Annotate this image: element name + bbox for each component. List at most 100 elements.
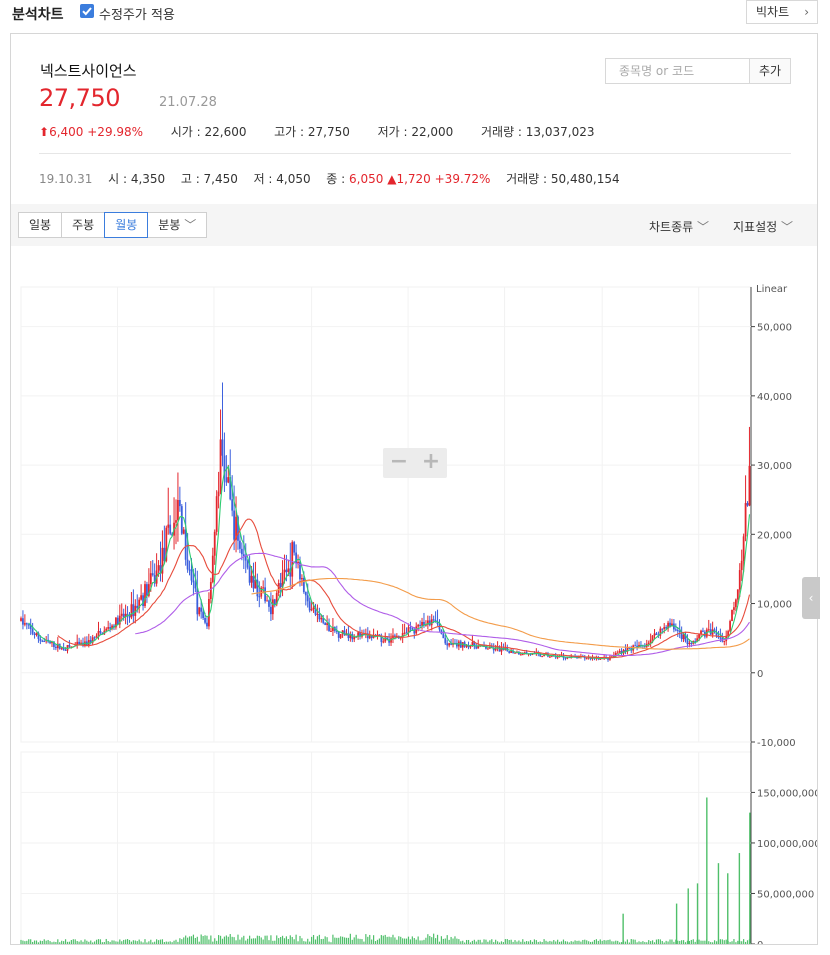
candle-body	[215, 496, 218, 532]
zoom-in-icon[interactable]: +	[415, 450, 447, 474]
chart-type-dropdown[interactable]: 차트종류 ﹀	[649, 218, 709, 235]
volume-bar	[514, 940, 516, 944]
volume-bar	[704, 940, 706, 944]
candle-body	[43, 641, 46, 643]
candle-body	[442, 633, 445, 639]
volume-bar	[386, 936, 388, 944]
volume-bar	[605, 940, 607, 944]
chart-area[interactable]: 90.0394.0598.0702.0906.1111.0115.0319.05…	[11, 247, 821, 955]
tab-minute[interactable]: 분봉 ﹀	[147, 212, 208, 238]
volume-bar	[384, 934, 386, 944]
big-chart-button[interactable]: 빅차트 ›	[746, 0, 818, 24]
add-stock-button[interactable]: 추가	[750, 58, 791, 84]
volume-bar	[394, 937, 396, 944]
hover-change: 1,720	[396, 172, 431, 186]
volume-bar	[557, 939, 559, 944]
volume-bar	[322, 938, 324, 944]
low-value: 22,000	[411, 125, 454, 139]
volume-bar	[698, 939, 700, 944]
volume-bar	[328, 941, 330, 944]
volume-bar	[613, 941, 615, 944]
candle-body	[182, 529, 185, 534]
adjusted-price-checkbox[interactable]	[80, 4, 94, 18]
volume-bar	[258, 935, 260, 944]
volume-bar	[450, 936, 452, 944]
volume-bar	[165, 941, 167, 944]
adjusted-price-label[interactable]: 수정주가 적용	[99, 4, 175, 23]
candle-body	[316, 613, 319, 615]
volume-bar	[47, 939, 49, 944]
candle-body	[485, 646, 487, 649]
volume-bar	[655, 939, 658, 944]
volume-bar	[175, 939, 177, 944]
volume-bar	[595, 939, 597, 944]
volume-bar	[318, 934, 320, 944]
candle-body	[676, 629, 679, 631]
volume-bar	[99, 939, 102, 944]
volume-bar	[111, 940, 113, 944]
candle-body	[291, 542, 294, 577]
candle-body	[740, 560, 743, 571]
candle-body	[521, 654, 524, 656]
candle-body	[339, 634, 342, 638]
volume-bar	[252, 938, 255, 944]
current-price: 27,750	[39, 84, 120, 112]
candle-body	[25, 623, 28, 625]
y-tick-label: 20,000	[757, 530, 792, 541]
volume-bar	[473, 939, 475, 944]
candle-body	[444, 638, 447, 644]
volume-bar	[543, 939, 545, 944]
tab-weekly[interactable]: 주봉	[61, 212, 106, 238]
volume-bar	[55, 941, 57, 944]
candle-body	[326, 623, 329, 626]
y-tick-label: 0	[757, 669, 763, 680]
volume-bar	[198, 941, 200, 944]
volume-bar	[293, 939, 295, 944]
volume-bar	[274, 940, 276, 944]
indicator-dropdown[interactable]: 지표설정 ﹀	[733, 218, 793, 235]
stock-chart-svg[interactable]: 90.0394.0598.0702.0906.1111.0115.0319.05…	[11, 247, 821, 955]
volume-bar	[373, 935, 375, 944]
volume-bar	[353, 937, 355, 944]
candle-body	[250, 575, 253, 583]
volume-bar	[558, 941, 561, 944]
volume-bar	[59, 942, 61, 944]
volume-label: 거래량	[480, 125, 515, 139]
volume-bar	[264, 935, 266, 944]
volume-bar	[388, 936, 390, 944]
up-arrow-icon: ⬆	[39, 125, 50, 139]
zoom-out-icon[interactable]: −	[383, 450, 415, 474]
volume-bar	[101, 942, 103, 944]
volume-bar	[359, 938, 361, 944]
volume-bar	[371, 939, 373, 944]
volume-bar	[260, 937, 262, 944]
stock-search-input[interactable]: 종목명 or 코드	[605, 58, 750, 84]
volume-bar	[183, 937, 185, 944]
volume-bar	[136, 941, 138, 944]
volume-bar	[126, 939, 129, 944]
volume-bar	[68, 941, 71, 944]
tab-daily[interactable]: 일봉	[18, 212, 63, 238]
side-panel-toggle[interactable]: ‹	[802, 577, 820, 619]
volume-bar	[403, 938, 406, 944]
candle-body	[277, 583, 280, 594]
candle-body	[508, 651, 511, 653]
low-label: 저가	[377, 125, 400, 139]
volume-bar	[163, 942, 165, 944]
volume-bar	[526, 941, 528, 944]
volume-bar	[434, 938, 437, 944]
volume-bar	[562, 939, 565, 944]
tab-monthly[interactable]: 월봉	[104, 212, 149, 238]
candle-body	[246, 560, 249, 568]
candle-body	[655, 633, 658, 635]
volume-bar	[80, 940, 82, 944]
candle-body	[343, 630, 346, 636]
volume-bar	[70, 940, 72, 944]
volume-bar	[212, 941, 214, 944]
volume-bar	[320, 939, 322, 944]
volume-bar	[496, 941, 499, 944]
candle-body	[130, 604, 133, 618]
candle-body	[306, 595, 309, 602]
volume-bar	[708, 941, 710, 944]
volume-bar	[407, 936, 410, 944]
